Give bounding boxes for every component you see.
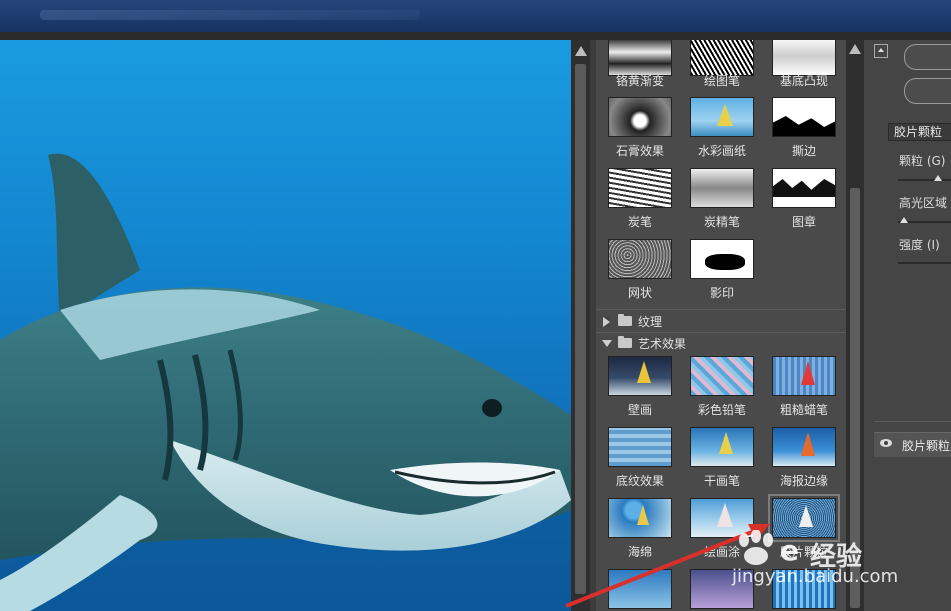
intensity-slider[interactable]	[898, 262, 951, 264]
rough-pastels-thumbnail	[772, 356, 836, 396]
filter-thumb-photocopy[interactable]: 影印	[688, 239, 756, 301]
filter-thumb-plaster[interactable]: 石膏效果	[606, 97, 674, 159]
filter-preview-canvas[interactable]	[0, 40, 571, 611]
ok-button[interactable]	[904, 44, 951, 70]
scroll-up-arrow-icon[interactable]	[849, 44, 861, 54]
scroll-up-arrow-icon[interactable]	[575, 46, 587, 56]
filter-thumb-dry-brush[interactable]: 干画笔	[688, 427, 756, 489]
gallery-scrollbar[interactable]	[846, 40, 864, 611]
watermark-url: jingyan.baidu.com	[732, 566, 899, 587]
filter-label: 粗糙蜡笔	[779, 403, 828, 417]
filter-thumb-bas-relief[interactable]: 基底凸现	[770, 40, 838, 98]
preview-scroll-thumb[interactable]	[575, 64, 586, 594]
filter-thumb-torn-edges[interactable]: 撕边	[770, 97, 838, 159]
filter-thumbnail	[608, 569, 672, 609]
filter-thumb-row4-1[interactable]	[606, 569, 674, 611]
filter-thumb-fresco[interactable]: 壁画	[606, 356, 674, 418]
filter-thumb-sponge[interactable]: 海绵	[606, 498, 674, 560]
photocopy-thumbnail	[690, 239, 754, 279]
filter-thumb-rough-pastels[interactable]: 粗糙蜡笔	[770, 356, 838, 418]
filter-label: 彩色铅笔	[697, 403, 746, 417]
poster-edges-thumbnail	[772, 427, 836, 467]
filter-thumb-graphic-pen[interactable]: 绘图笔	[688, 40, 756, 98]
folder-icon	[618, 336, 632, 348]
baidu-paw-logo-icon	[739, 530, 773, 565]
grain-slider-knob[interactable]	[933, 175, 942, 181]
filter-label: 网状	[627, 286, 652, 300]
cancel-button[interactable]	[904, 78, 951, 104]
filter-select-dropdown[interactable]: 胶片颗粒	[888, 123, 951, 141]
filter-label: 底纹效果	[615, 474, 664, 488]
plaster-thumbnail	[608, 97, 672, 137]
filter-thumb-colored-pencil[interactable]: 彩色铅笔	[688, 356, 756, 418]
intensity-label: 强度 (I)	[899, 238, 940, 252]
filter-label: 石膏效果	[615, 144, 664, 158]
grain-slider[interactable]	[898, 175, 951, 181]
filter-label: 影印	[709, 286, 734, 300]
filter-label: 绘图笔	[703, 74, 740, 88]
folder-texture[interactable]: 纹理	[596, 310, 846, 332]
colored-pencil-thumbnail	[690, 356, 754, 396]
baidu-jingyan-watermark: e 经验 jingyan.baidu.com	[718, 528, 918, 598]
preview-scrollbar[interactable]	[571, 40, 590, 611]
grain-label: 颗粒 (G)	[899, 154, 946, 168]
folder-icon	[618, 314, 632, 326]
graphic-pen-thumbnail	[690, 40, 754, 76]
folder-label: 艺术效果	[638, 337, 687, 351]
filter-thumb-note-paper[interactable]: 水彩画纸	[688, 97, 756, 159]
collapse-gallery-button[interactable]	[874, 44, 888, 58]
panel-divider	[874, 421, 951, 422]
filter-thumb-underpainting[interactable]: 底纹效果	[606, 427, 674, 489]
bas-relief-thumbnail	[772, 40, 836, 76]
note-paper-thumbnail	[690, 97, 754, 137]
filter-gallery-panel: 铬黄渐变 绘图笔 基底凸现 石膏效果 水彩画纸 撕边 炭笔 炭精笔 图章 网状 …	[596, 40, 846, 611]
filter-label: 炭精笔	[703, 215, 740, 229]
filter-label: 海报边缘	[779, 474, 828, 488]
fresco-thumbnail	[608, 356, 672, 396]
filter-thumb-reticulation[interactable]: 网状	[606, 239, 674, 301]
charcoal-thumbnail	[608, 168, 672, 208]
filter-label: 壁画	[627, 403, 652, 417]
filter-label: 图章	[791, 215, 816, 229]
conte-crayon-thumbnail	[690, 168, 754, 208]
highlight-slider[interactable]	[898, 217, 951, 223]
sponge-thumbnail	[608, 498, 672, 538]
dry-brush-thumbnail	[690, 427, 754, 467]
title-bar-separator	[0, 32, 951, 40]
effect-layer-row[interactable]: 胶片颗粒	[874, 432, 951, 457]
filter-label: 铬黄渐变	[615, 74, 664, 88]
eye-visibility-icon[interactable]	[880, 439, 892, 447]
collapse-arrow-icon[interactable]	[602, 340, 612, 347]
filter-label: 干画笔	[703, 474, 740, 488]
chrome-thumbnail	[608, 40, 672, 76]
reticulation-thumbnail	[608, 239, 672, 279]
torn-edges-thumbnail	[772, 97, 836, 137]
stamp-thumbnail	[772, 168, 836, 208]
highlight-slider-knob[interactable]	[900, 217, 908, 223]
filter-settings-panel: 胶片颗粒 颗粒 (G) 高光区域 强度 (I) 胶片颗粒	[864, 40, 951, 611]
filter-thumb-poster-edges[interactable]: 海报边缘	[770, 427, 838, 489]
filter-label: 撕边	[791, 144, 816, 158]
folder-label: 纹理	[638, 315, 663, 329]
filter-label: 水彩画纸	[697, 144, 746, 158]
filter-thumb-chrome[interactable]: 铬黄渐变	[606, 40, 674, 98]
effect-layer-label: 胶片颗粒	[902, 439, 951, 453]
title-bar-menu-blur	[40, 10, 420, 20]
watermark-letter: e	[780, 534, 799, 567]
shark-preview-image	[0, 153, 571, 611]
filter-label: 炭笔	[627, 215, 652, 229]
underpainting-thumbnail	[608, 427, 672, 467]
filter-thumb-conte-crayon[interactable]: 炭精笔	[688, 168, 756, 230]
filter-thumb-charcoal[interactable]: 炭笔	[606, 168, 674, 230]
highlight-area-label: 高光区域	[899, 196, 948, 210]
title-bar	[0, 0, 951, 32]
filter-label: 海绵	[627, 545, 652, 559]
folder-artistic[interactable]: 艺术效果	[596, 332, 846, 354]
filter-label: 基底凸现	[779, 74, 828, 88]
filter-thumb-stamp[interactable]: 图章	[770, 168, 838, 230]
expand-arrow-icon[interactable]	[603, 317, 610, 327]
